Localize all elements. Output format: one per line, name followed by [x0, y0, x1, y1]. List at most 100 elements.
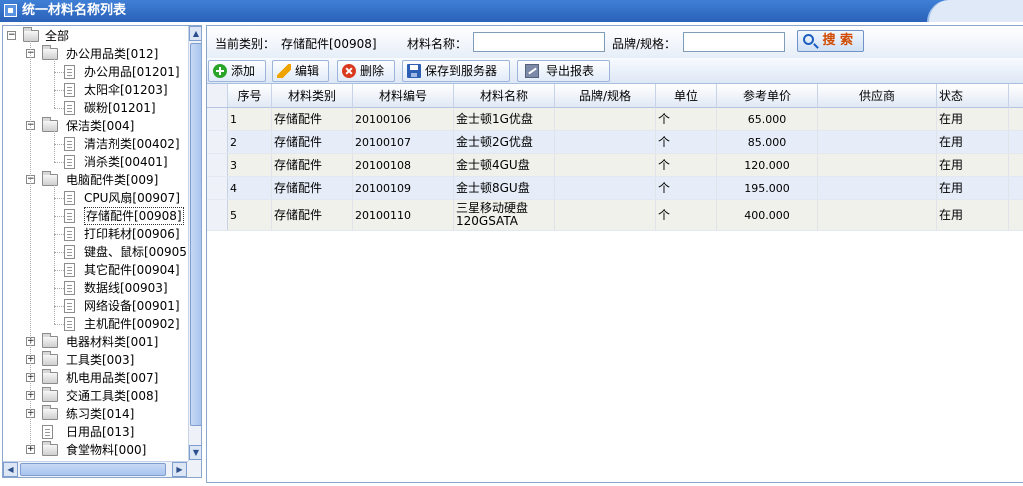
tree-leaf-label: CPU风扇[00907] — [84, 191, 180, 205]
document-icon — [42, 425, 53, 439]
folder-icon — [42, 351, 58, 366]
table-row[interactable]: 3 存储配件 20100108 金士顿4GU盘 个 120.000 在用 — [207, 154, 1023, 177]
table-cell: 三星移动硬盘 120GSATA — [454, 200, 555, 230]
row-header[interactable] — [207, 177, 228, 199]
document-icon — [64, 101, 75, 115]
window-title: 统一材料名称列表 — [22, 3, 127, 18]
row-header[interactable] — [207, 154, 228, 176]
table-cell: 85.000 — [717, 131, 818, 153]
tree-leaf-label: 消杀类[00401] — [84, 155, 168, 169]
search-button[interactable]: 搜 索 — [797, 30, 864, 52]
delete-icon — [342, 64, 356, 78]
tree-node-label: 工具类[003] — [66, 353, 135, 367]
collapse-icon[interactable]: − — [7, 31, 16, 40]
column-header[interactable]: 材料类别 — [272, 84, 353, 108]
row-header[interactable] — [207, 131, 228, 153]
export-report-button[interactable]: 导出报表 — [517, 60, 610, 82]
tree-connector — [54, 216, 64, 217]
column-header[interactable]: 材料编号 — [353, 84, 454, 108]
main-panel: 当前类别： 存储配件[00908] 材料名称： 品牌/规格： 搜 索 添加 编辑… — [206, 25, 1023, 483]
folder-open-icon — [23, 27, 39, 42]
tree-connector — [54, 252, 64, 253]
table-row[interactable]: 2 存储配件 20100107 金士顿2G优盘 个 85.000 在用 — [207, 131, 1023, 154]
table-cell: 20100108 — [353, 154, 454, 176]
window-icon — [4, 4, 17, 17]
folder-icon — [42, 45, 58, 60]
scroll-right-icon[interactable]: ▶ — [172, 462, 187, 477]
table-cell — [818, 200, 937, 230]
tree-connector — [54, 162, 64, 163]
scroll-left-icon[interactable]: ◀ — [3, 462, 18, 477]
scroll-down-icon[interactable]: ▼ — [189, 445, 201, 460]
table-cell: 400.000 — [717, 200, 818, 230]
scroll-thumb[interactable] — [20, 463, 166, 476]
save-button-label: 保存到服务器 — [425, 64, 498, 78]
material-name-input[interactable] — [473, 32, 605, 52]
tree-node-label: 交通工具类[008] — [66, 389, 159, 403]
column-header[interactable]: 状态 — [937, 84, 1009, 108]
table-cell — [555, 131, 656, 153]
document-icon — [64, 137, 75, 151]
tree-node-label: 保洁类[004] — [66, 119, 135, 133]
export-icon — [525, 64, 539, 78]
tree-connector — [54, 131, 55, 162]
column-header[interactable]: 品牌/规格 — [555, 84, 656, 108]
column-header[interactable]: 参考单价 — [717, 84, 818, 108]
tree-horizontal-scrollbar[interactable]: ◀ ▶ — [3, 461, 188, 477]
table-cell: 个 — [656, 200, 717, 230]
tree-connector — [54, 59, 55, 108]
document-icon — [64, 317, 75, 331]
column-header[interactable]: 供应商 — [818, 84, 937, 108]
table-cell: 金士顿4GU盘 — [454, 154, 555, 176]
column-header[interactable]: 材料名称 — [454, 84, 555, 108]
save-to-server-button[interactable]: 保存到服务器 — [402, 60, 510, 82]
table-row[interactable]: 4 存储配件 20100109 金士顿8GU盘 个 195.000 在用 — [207, 177, 1023, 200]
add-button[interactable]: 添加 — [208, 60, 266, 82]
tree-node-label: 电器材料类[001] — [66, 335, 159, 349]
table-cell — [555, 200, 656, 230]
document-icon — [64, 299, 75, 313]
category-tree: − 全部 − 办公用品类[012] 办公用品[01201] 太阳伞[01203] 碳粉[01… — [2, 25, 202, 478]
table-cell: 个 — [656, 177, 717, 199]
scroll-thumb[interactable] — [190, 43, 201, 426]
save-icon — [407, 64, 421, 78]
window-titlebar: 统一材料名称列表 — [0, 0, 1023, 22]
add-button-label: 添加 — [231, 64, 256, 78]
table-cell: 5 — [228, 200, 272, 230]
table-cell — [818, 154, 937, 176]
tree-vertical-scrollbar[interactable]: ▲ ▼ — [188, 26, 201, 461]
tree-node-label: 办公用品类[012] — [66, 47, 159, 61]
column-header[interactable]: 单位 — [656, 84, 717, 108]
document-icon — [64, 281, 75, 295]
folder-icon — [42, 333, 58, 348]
row-header[interactable] — [207, 108, 228, 130]
tree-connector — [54, 306, 64, 307]
table-cell: 4 — [228, 177, 272, 199]
tree-connector — [54, 288, 64, 289]
tree-node-label: 电脑配件类[009] — [66, 173, 159, 187]
table-row[interactable]: 5 存储配件 20100110 三星移动硬盘 120GSATA 个 400.000 在用 — [207, 200, 1023, 231]
table-cell: 20100110 — [353, 200, 454, 230]
search-bar: 当前类别： 存储配件[00908] 材料名称： 品牌/规格： 搜 索 — [207, 26, 1023, 58]
edit-button[interactable]: 编辑 — [272, 60, 329, 82]
tree-connector — [54, 234, 64, 235]
brand-spec-input[interactable] — [683, 32, 785, 52]
current-category-value: 存储配件[00908] — [281, 37, 377, 51]
column-header[interactable]: 序号 — [228, 84, 272, 108]
document-icon — [64, 227, 75, 241]
row-header[interactable] — [207, 200, 228, 230]
scroll-up-icon[interactable]: ▲ — [189, 26, 201, 41]
scrollbar-corner — [188, 461, 201, 477]
table-cell — [818, 108, 937, 130]
document-icon — [64, 209, 75, 223]
delete-button[interactable]: 删除 — [337, 60, 395, 82]
tree-leaf-label: 数据线[00903] — [84, 281, 168, 295]
document-icon — [64, 245, 75, 259]
table-row[interactable]: 1 存储配件 20100106 金士顿1G优盘 个 65.000 在用 — [207, 108, 1023, 131]
tree-connector — [54, 185, 55, 324]
tree-leaf-label: 办公用品[01201] — [84, 65, 180, 79]
document-icon — [64, 263, 75, 277]
tree-leaf-label: 清洁剂类[00402] — [84, 137, 180, 151]
expand-icon[interactable]: + — [26, 445, 35, 454]
tree-leaf-label: 其它配件[00904] — [84, 263, 180, 277]
